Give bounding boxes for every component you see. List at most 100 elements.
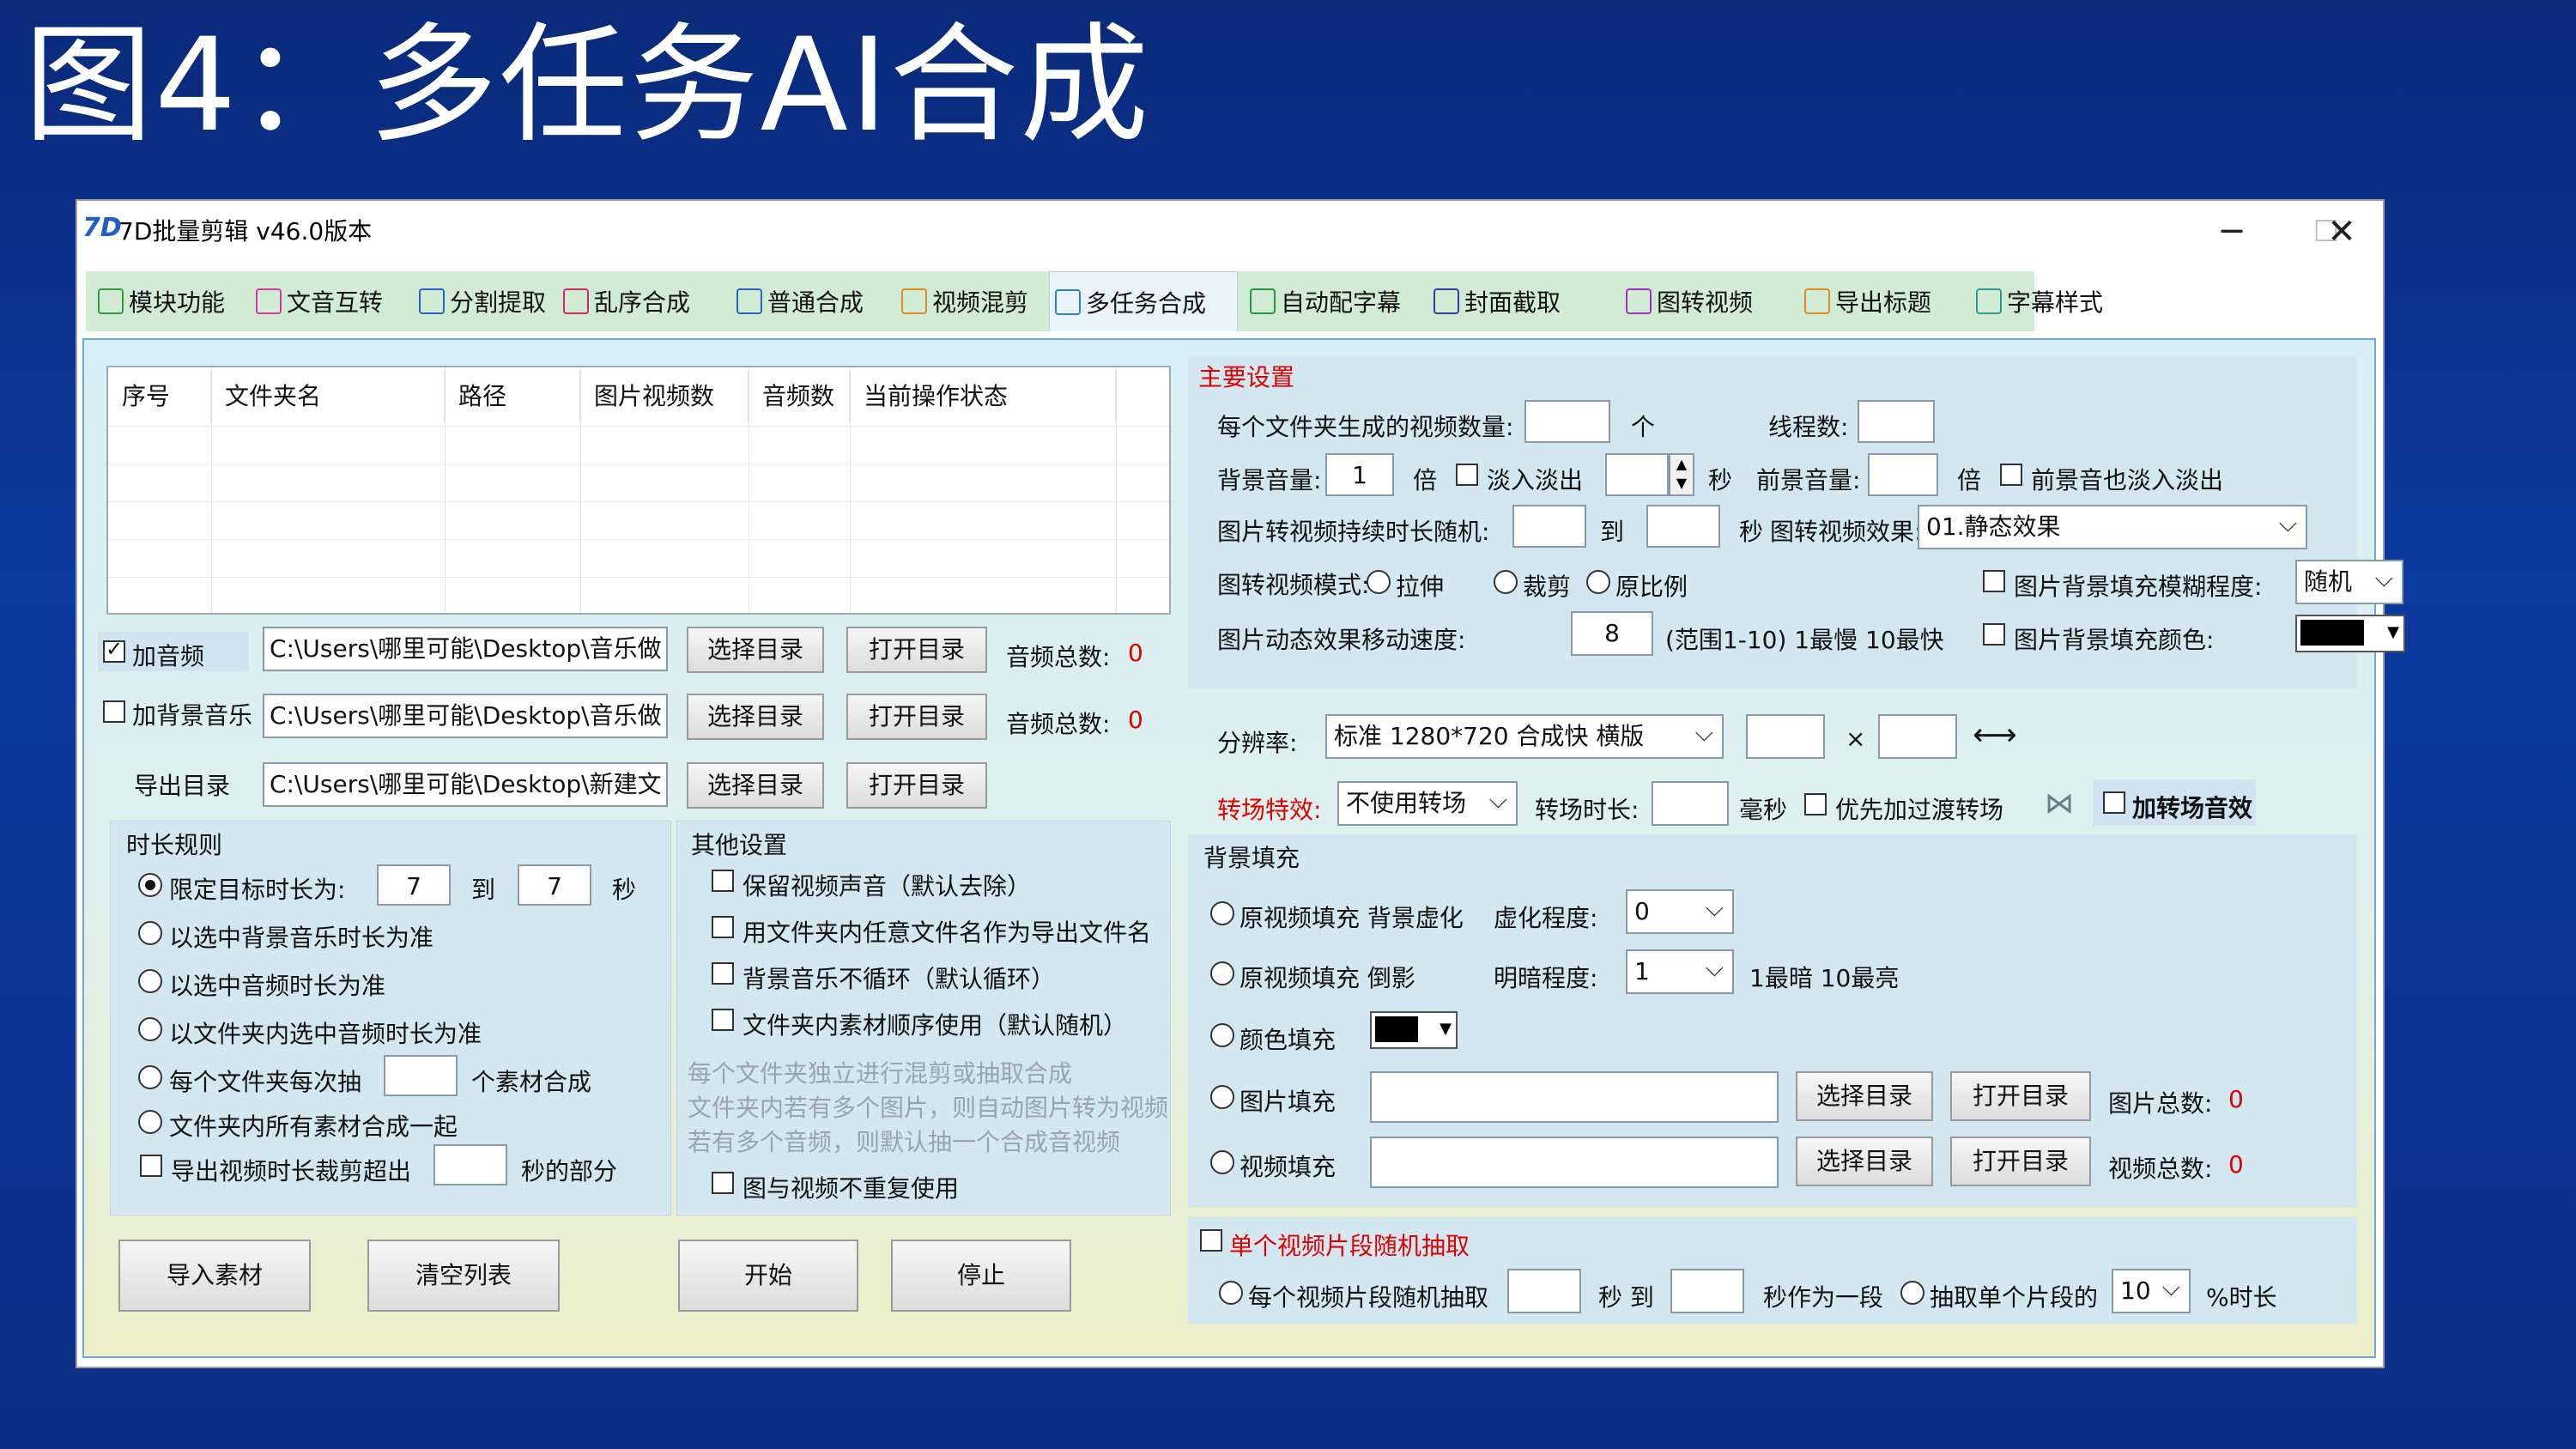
close-button[interactable]: ✕ (2307, 208, 2376, 256)
col-header-index[interactable]: 序号 (108, 371, 211, 422)
fade-spinner-icon[interactable]: ▲ ▼ (1669, 453, 1694, 496)
resolution-select[interactable]: 标准 1280*720 合成快 横版 (1325, 714, 1724, 759)
audio-checkbox[interactable] (103, 637, 125, 663)
duration-opt4-radio[interactable] (138, 1017, 162, 1041)
tab-multitask[interactable]: 多任务合成 (1049, 271, 1238, 331)
blur-select[interactable]: 随机 (2295, 560, 2403, 604)
fade-seconds-input[interactable] (1605, 453, 1669, 496)
col-header-path[interactable]: 路径 (445, 371, 580, 422)
fill-color-radio[interactable] (1210, 1023, 1234, 1047)
export-select-button[interactable]: 选择目录 (687, 762, 824, 809)
import-button[interactable]: 导入素材 (118, 1240, 311, 1312)
fill-video-select-button[interactable]: 选择目录 (1796, 1137, 1933, 1186)
segment-from-input[interactable] (1507, 1269, 1581, 1313)
folder-table[interactable]: 序号 文件夹名 路径 图片视频数 音频数 当前操作状态 (106, 366, 1171, 615)
fill-video-open-button[interactable]: 打开目录 (1950, 1137, 2091, 1186)
sequential-checkbox[interactable] (712, 1009, 734, 1031)
fill-image-path-input[interactable] (1370, 1071, 1779, 1123)
bg-volume-input[interactable]: 1 (1325, 453, 1394, 496)
fill-reflection-radio[interactable] (1210, 961, 1234, 985)
stop-button[interactable]: 停止 (891, 1240, 1071, 1312)
tab-split[interactable]: 分割提取 (414, 271, 551, 331)
col-header-status[interactable]: 当前操作状态 (850, 371, 1116, 422)
tab-cover[interactable]: 封面截取 (1428, 271, 1612, 331)
fill-image-radio[interactable] (1210, 1085, 1234, 1109)
fill-color-picker[interactable]: ▼ (2295, 615, 2405, 652)
duration-opt1-radio[interactable] (138, 873, 162, 897)
segment-to-input[interactable] (1670, 1269, 1744, 1313)
bgmusic-select-button[interactable]: 选择目录 (687, 694, 824, 740)
bg-color-picker[interactable]: ▼ (1370, 1011, 1458, 1049)
duration-trim-checkbox[interactable] (140, 1155, 162, 1177)
audio-checkbox-area[interactable]: 加音频 (98, 632, 249, 671)
img-effect-select[interactable]: 01.静态效果 (1918, 505, 2307, 549)
swap-icon[interactable]: ⟷ (1973, 718, 2017, 753)
fill-video-path-input[interactable] (1370, 1137, 1779, 1188)
mode-original-radio[interactable] (1586, 570, 1610, 594)
tab-image-video[interactable]: 图转视频 (1621, 271, 1792, 331)
fg-fade-checkbox[interactable] (2000, 464, 2022, 486)
col-header-folder[interactable]: 文件夹名 (211, 371, 445, 422)
segment-pct-select[interactable]: 10 (2112, 1269, 2191, 1313)
audio-open-button[interactable]: 打开目录 (846, 627, 987, 673)
transition-preview-icon[interactable]: ⋈ (2045, 786, 2074, 821)
col-header-audio-count[interactable]: 音频数 (749, 371, 850, 422)
tab-export[interactable]: 导出标题 (1799, 271, 1962, 331)
duration-pick-count-input[interactable] (384, 1055, 458, 1096)
duration-opt3-radio[interactable] (138, 969, 162, 993)
tab-shuffle[interactable]: 乱序合成 (558, 271, 721, 331)
keep-audio-checkbox[interactable] (712, 870, 734, 892)
blur-checkbox[interactable] (1983, 570, 2005, 592)
audio-select-button[interactable]: 选择目录 (687, 627, 824, 673)
tab-modules[interactable]: 模块功能 (93, 271, 244, 331)
tab-layers[interactable]: 普通合成 (731, 271, 886, 331)
bgmusic-path-input[interactable]: C:\Users\哪里可能\Desktop\音乐做 (263, 694, 668, 738)
duration-opt5-radio[interactable] (138, 1065, 162, 1089)
fill-image-open-button[interactable]: 打开目录 (1950, 1071, 2091, 1121)
bgmusic-checkbox[interactable] (103, 700, 125, 723)
fill-image-select-button[interactable]: 选择目录 (1796, 1071, 1933, 1121)
fill-video-radio[interactable] (1210, 1150, 1234, 1174)
transition-duration-input[interactable] (1652, 781, 1729, 826)
mode-crop-radio[interactable] (1494, 570, 1518, 594)
segment-checkbox[interactable] (1200, 1229, 1222, 1252)
col-header-media-count[interactable]: 图片视频数 (580, 371, 749, 422)
img-duration-to-input[interactable] (1646, 505, 1720, 548)
videos-per-folder-input[interactable] (1524, 400, 1610, 443)
duration-to-input[interactable]: 7 (518, 864, 591, 906)
fg-volume-input[interactable] (1868, 453, 1938, 496)
minimize-button[interactable]: ─ (2197, 208, 2266, 256)
resolution-height-input[interactable] (1878, 714, 1957, 759)
clear-list-button[interactable]: 清空列表 (367, 1240, 560, 1312)
fill-color-checkbox[interactable] (1983, 623, 2005, 646)
audio-path-input[interactable]: C:\Users\哪里可能\Desktop\音乐做 (263, 627, 668, 671)
blur-degree-select[interactable]: 0 (1626, 889, 1734, 934)
no-repeat-checkbox[interactable] (712, 1172, 734, 1194)
priority-transition-checkbox[interactable] (1804, 793, 1827, 815)
duration-trim-input[interactable] (433, 1144, 507, 1185)
no-loop-checkbox[interactable] (712, 962, 734, 985)
filename-checkbox[interactable] (712, 916, 734, 938)
segment-pct-radio[interactable] (1900, 1281, 1924, 1305)
resolution-width-input[interactable] (1746, 714, 1825, 759)
tab-chart[interactable]: 自动配字幕 (1245, 271, 1421, 331)
img-duration-from-input[interactable] (1512, 505, 1586, 548)
mode-stretch-radio[interactable] (1367, 570, 1391, 594)
export-open-button[interactable]: 打开目录 (846, 762, 987, 809)
transition-sound-area[interactable]: 加转场音效 (2093, 779, 2256, 826)
tab-text-audio[interactable]: 文音互转 (251, 271, 405, 331)
export-path-input[interactable]: C:\Users\哪里可能\Desktop\新建文 (263, 762, 668, 807)
duration-opt2-radio[interactable] (138, 921, 162, 945)
duration-from-input[interactable]: 7 (377, 864, 451, 906)
transition-sound-checkbox[interactable] (2103, 791, 2125, 814)
fill-blur-radio[interactable] (1210, 901, 1234, 925)
start-button[interactable]: 开始 (678, 1240, 858, 1312)
tab-subtitle[interactable]: 字幕样式 (1971, 271, 2117, 331)
bgmusic-open-button[interactable]: 打开目录 (846, 694, 987, 740)
transition-select[interactable]: 不使用转场 (1337, 781, 1518, 826)
dark-degree-select[interactable]: 1 (1626, 949, 1734, 994)
duration-opt6-radio[interactable] (138, 1110, 162, 1134)
fade-checkbox[interactable] (1456, 464, 1478, 486)
speed-input[interactable]: 8 (1571, 611, 1653, 656)
threads-input[interactable] (1858, 400, 1935, 443)
